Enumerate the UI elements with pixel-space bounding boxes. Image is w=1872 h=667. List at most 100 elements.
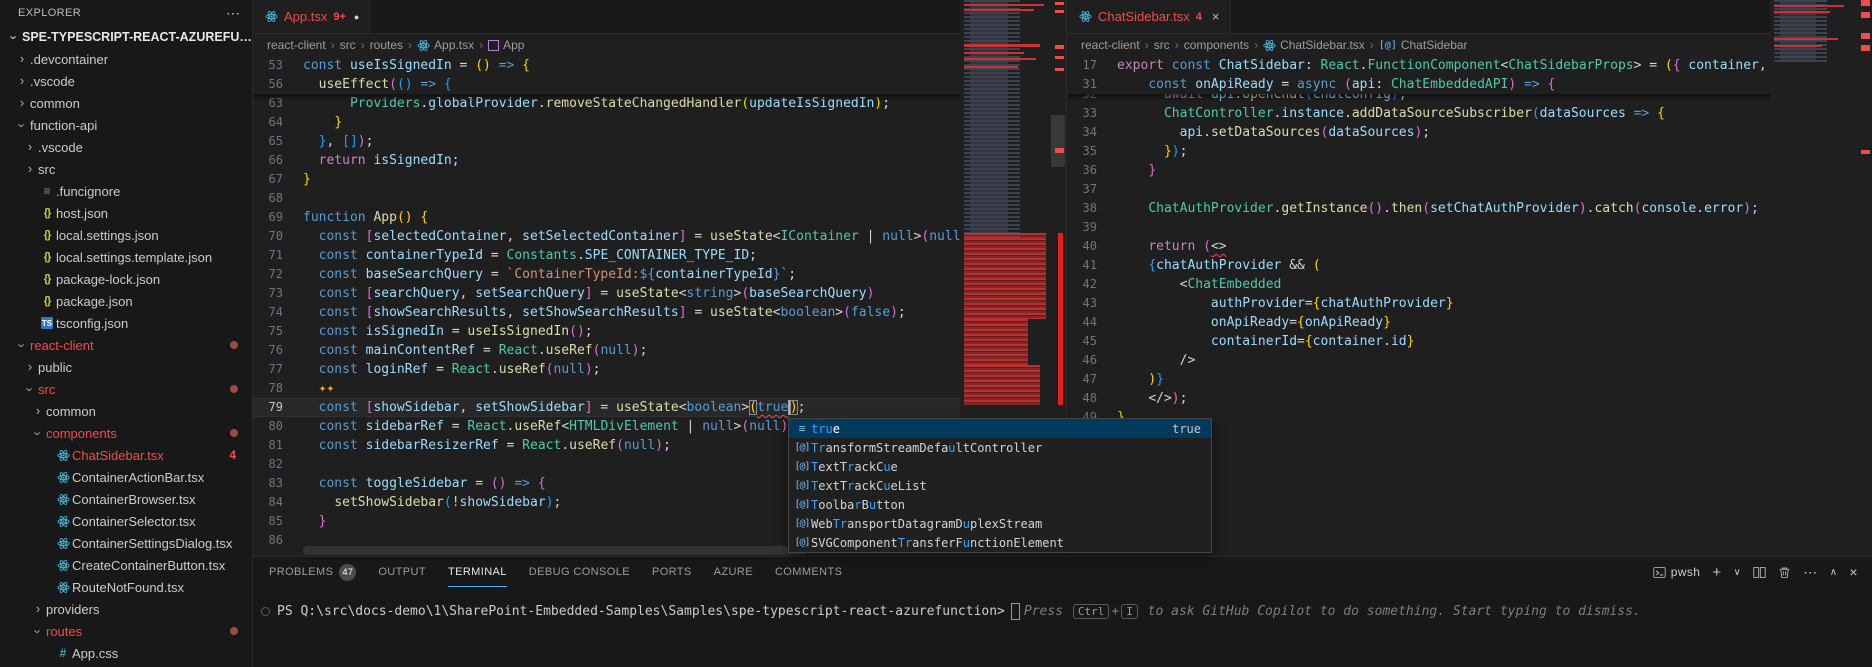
chevron-down-icon[interactable]: ›: [23, 381, 38, 397]
panel-tab-comments[interactable]: COMMENTS: [775, 557, 842, 587]
code-line-77[interactable]: 77 const loginRef = React.useRef(null);: [253, 360, 1066, 379]
tree-item-tsconfig.json[interactable]: ›TStsconfig.json: [0, 312, 252, 334]
code-line-69[interactable]: 69 function App() {: [253, 208, 1066, 227]
split-terminal-icon[interactable]: [1753, 566, 1766, 579]
code-line-79[interactable]: 79 const [showSidebar, setShowSidebar] =…: [253, 398, 1066, 417]
tree-item-src[interactable]: › src: [0, 158, 252, 180]
breadcrumb-item-App.tsx[interactable]: App.tsx: [417, 38, 474, 52]
code-line-71[interactable]: 71 const containerTypeId = Constants.SPE…: [253, 246, 1066, 265]
code-line-17[interactable]: 17 export const ChatSidebar: React.Functi…: [1067, 56, 1872, 75]
tab-app-tsx[interactable]: App.tsx 9+ ●: [253, 0, 371, 33]
code-line-63[interactable]: 63 Providers.globalProvider.removeStateC…: [253, 94, 1066, 113]
tree-item-.funcignore[interactable]: ›≡.funcignore: [0, 180, 252, 202]
tree-item-ContainerActionBar.tsx[interactable]: ›ContainerActionBar.tsx: [0, 466, 252, 488]
tree-item-providers[interactable]: › providers: [0, 598, 252, 620]
code-line-75[interactable]: 75 const isSignedIn = useIsSignedIn();: [253, 322, 1066, 341]
code-line-32[interactable]: 32 await api.openChat(chatConfig);: [1067, 94, 1872, 104]
kill-terminal-trash-icon[interactable]: [1778, 566, 1791, 579]
code-line-64[interactable]: 64 }: [253, 113, 1066, 132]
code-line-76[interactable]: 76 const mainContentRef = React.useRef(n…: [253, 341, 1066, 360]
terminal-dropdown-icon[interactable]: ∨: [1734, 567, 1742, 578]
tree-item-ContainerBrowser.tsx[interactable]: ›ContainerBrowser.tsx: [0, 488, 252, 510]
close-panel-icon[interactable]: ×: [1849, 564, 1858, 580]
code-line-42[interactable]: 42 <ChatEmbedded: [1067, 275, 1872, 294]
chevron-down-icon[interactable]: ›: [7, 29, 22, 45]
maximize-panel-icon[interactable]: ∧: [1830, 567, 1838, 578]
code-line-33[interactable]: 33 ChatController.instance.addDataSource…: [1067, 104, 1872, 123]
suggestion-item-TransformStreamDefaultController[interactable]: [@] TransformStreamDefaultController: [789, 438, 1211, 457]
new-terminal-icon[interactable]: +: [1712, 564, 1721, 581]
code-line-31[interactable]: 31 const onApiReady = async (api: ChatEm…: [1067, 75, 1872, 94]
tree-item-ChatSidebar.tsx[interactable]: ›ChatSidebar.tsx4: [0, 444, 252, 466]
code-line-41[interactable]: 41 {chatAuthProvider && (: [1067, 256, 1872, 275]
tree-item-components[interactable]: › components: [0, 422, 252, 444]
code-line-40[interactable]: 40 return (<>: [1067, 237, 1872, 256]
breadcrumb-item-routes[interactable]: routes: [370, 38, 403, 52]
chevron-down-icon[interactable]: ›: [31, 425, 46, 441]
chevron-right-icon[interactable]: ›: [22, 139, 38, 154]
tree-item-src[interactable]: › src: [0, 378, 252, 400]
tree-item-local.settings.template.json[interactable]: ›{}local.settings.template.json: [0, 246, 252, 268]
tree-item-function-api[interactable]: › function-api: [0, 114, 252, 136]
code-line-74[interactable]: 74 const [showSearchResults, setShowSear…: [253, 303, 1066, 322]
panel-tab-problems[interactable]: PROBLEMS 47: [269, 557, 357, 587]
code-line-38[interactable]: 38 ChatAuthProvider.getInstance().then(s…: [1067, 199, 1872, 218]
code-line-78[interactable]: 78 ✦✦: [253, 379, 1066, 398]
chevron-right-icon[interactable]: ›: [22, 359, 38, 374]
panel-tab-terminal[interactable]: TERMINAL: [447, 557, 507, 587]
code-line-36[interactable]: 36 }: [1067, 161, 1872, 180]
tree-item-local.settings.json[interactable]: ›{}local.settings.json: [0, 224, 252, 246]
suggestion-item-SVGComponentTransferFunctionElement[interactable]: [@] SVGComponentTransferFunctionElement: [789, 533, 1211, 552]
chevron-right-icon[interactable]: ›: [14, 73, 30, 88]
tree-item-.vscode[interactable]: › .vscode: [0, 70, 252, 92]
tree-item-CreateContainerButton.tsx[interactable]: ›CreateContainerButton.tsx: [0, 554, 252, 576]
horizontal-scrollbar[interactable]: [303, 546, 808, 555]
breadcrumb-item-react-client[interactable]: react-client: [1081, 38, 1140, 52]
code-line-37[interactable]: 37: [1067, 180, 1872, 199]
code-line-66[interactable]: 66 return isSignedIn;: [253, 151, 1066, 170]
breadcrumb[interactable]: react-client › src › components › ChatSidebar.…: [1067, 34, 1872, 56]
chevron-right-icon[interactable]: ›: [30, 601, 46, 616]
tree-item-ContainerSettingsDialog.tsx[interactable]: ›ContainerSettingsDialog.tsx: [0, 532, 252, 554]
breadcrumb-item-react-client[interactable]: react-client: [267, 38, 326, 52]
code-line-53[interactable]: 53 const useIsSignedIn = () => {: [253, 56, 1066, 75]
code-line-45[interactable]: 45 containerId={container.id}: [1067, 332, 1872, 351]
tree-item-package-lock.json[interactable]: ›{}package-lock.json: [0, 268, 252, 290]
terminal-shell-item[interactable]: pwsh: [1653, 565, 1701, 579]
suggestion-item-TextTrackCueList[interactable]: [@] TextTrackCueList: [789, 476, 1211, 495]
chevron-right-icon[interactable]: ›: [14, 95, 30, 110]
chevron-down-icon[interactable]: ›: [15, 337, 30, 353]
code-line-39[interactable]: 39: [1067, 218, 1872, 237]
tree-item-public[interactable]: › public: [0, 356, 252, 378]
code-line-68[interactable]: 68: [253, 189, 1066, 208]
code-line-73[interactable]: 73 const [searchQuery, setSearchQuery] =…: [253, 284, 1066, 303]
code-line-34[interactable]: 34 api.setDataSources(dataSources);: [1067, 123, 1872, 142]
chevron-right-icon[interactable]: ›: [30, 403, 46, 418]
chevron-right-icon[interactable]: ›: [14, 51, 30, 66]
tab-chatsidebar-tsx[interactable]: ChatSidebar.tsx 4 ×: [1067, 0, 1231, 33]
panel-tab-ports[interactable]: PORTS: [652, 557, 692, 587]
tree-item-.vscode[interactable]: › .vscode: [0, 136, 252, 158]
suggestion-item-WebTransportDatagramDuplexStream[interactable]: [@] WebTransportDatagramDuplexStream: [789, 514, 1211, 533]
terminal[interactable]: PS Q:\src\docs-demo\1\SharePoint-Embedde…: [261, 603, 1872, 620]
suggestion-item-true[interactable]: ≡ true true: [789, 419, 1211, 438]
suggestion-item-ToolbarButton[interactable]: [@] ToolbarButton: [789, 495, 1211, 514]
tree-item-react-client[interactable]: › react-client: [0, 334, 252, 356]
code-line-44[interactable]: 44 onApiReady={onApiReady}: [1067, 313, 1872, 332]
explorer-more-icon[interactable]: ⋯: [226, 5, 240, 22]
panel-more-icon[interactable]: ⋯: [1803, 564, 1817, 581]
chevron-down-icon[interactable]: ›: [15, 117, 30, 133]
code-line-65[interactable]: 65 }, []);: [253, 132, 1066, 151]
tree-item-ContainerSelector.tsx[interactable]: ›ContainerSelector.tsx: [0, 510, 252, 532]
chevron-right-icon[interactable]: ›: [22, 161, 38, 176]
chevron-down-icon[interactable]: ›: [31, 623, 46, 639]
breadcrumb-item-src[interactable]: src: [1154, 38, 1170, 52]
breadcrumb-item-src[interactable]: src: [340, 38, 356, 52]
tree-item-App.css[interactable]: ›#App.css: [0, 642, 252, 664]
panel-tab-output[interactable]: OUTPUT: [378, 557, 426, 587]
panel-tab-debug-console[interactable]: DEBUG CONSOLE: [529, 557, 630, 587]
code-line-48[interactable]: 48 </>);: [1067, 389, 1872, 408]
tree-item-RouteNotFound.tsx[interactable]: ›RouteNotFound.tsx: [0, 576, 252, 598]
code-line-47[interactable]: 47 )}: [1067, 370, 1872, 389]
code-line-70[interactable]: 70 const [selectedContainer, setSelected…: [253, 227, 1066, 246]
